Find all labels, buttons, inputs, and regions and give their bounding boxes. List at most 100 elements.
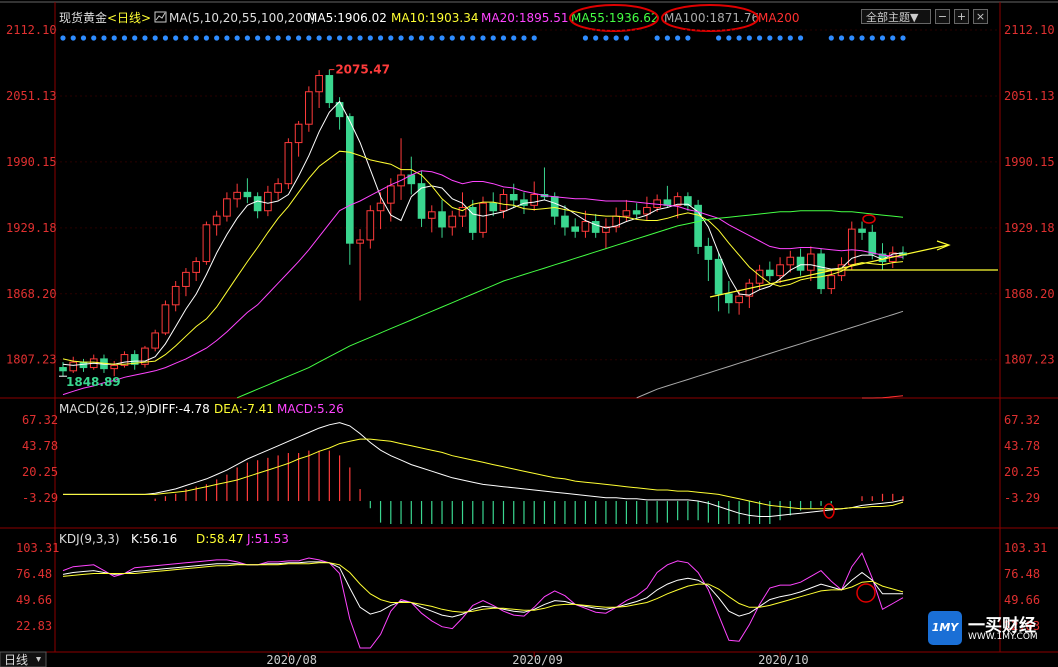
event-dot[interactable] bbox=[685, 35, 691, 41]
event-dot[interactable] bbox=[183, 35, 189, 41]
candle-body bbox=[110, 364, 119, 370]
event-dot[interactable] bbox=[357, 35, 363, 41]
event-dot[interactable] bbox=[152, 35, 158, 41]
candle-body bbox=[356, 239, 364, 244]
event-dot[interactable] bbox=[838, 35, 845, 41]
event-dot[interactable] bbox=[224, 35, 230, 41]
event-dot[interactable] bbox=[91, 35, 97, 41]
event-dot[interactable] bbox=[593, 35, 599, 41]
event-dot[interactable] bbox=[429, 35, 435, 41]
event-dot[interactable] bbox=[142, 35, 148, 41]
price-tick-left: 1929.18 bbox=[6, 221, 57, 235]
event-dot[interactable] bbox=[767, 35, 773, 41]
kdj-d-line bbox=[62, 562, 904, 613]
event-dot[interactable] bbox=[306, 35, 312, 41]
event-dot[interactable] bbox=[214, 35, 220, 41]
event-dot[interactable] bbox=[265, 35, 271, 41]
event-dot[interactable] bbox=[746, 35, 752, 41]
event-dot[interactable] bbox=[336, 35, 343, 41]
candle-body bbox=[274, 183, 282, 193]
event-dot[interactable] bbox=[418, 35, 425, 41]
plus-icon[interactable]: + bbox=[954, 9, 969, 24]
event-dot[interactable] bbox=[173, 35, 179, 41]
event-dot[interactable] bbox=[296, 35, 302, 41]
event-dot[interactable] bbox=[623, 35, 630, 41]
event-dot[interactable] bbox=[531, 35, 537, 41]
minus-icon[interactable]: − bbox=[935, 9, 950, 24]
candle-body bbox=[806, 253, 815, 271]
event-dot[interactable] bbox=[70, 35, 76, 41]
macd-panel: 67.32 67.32 43.78 43.78 20.25 20.25 -3.29 -3.29 bbox=[22, 413, 1040, 524]
event-dot[interactable] bbox=[511, 35, 517, 41]
event-dot[interactable] bbox=[470, 35, 476, 41]
event-dot[interactable] bbox=[726, 35, 732, 41]
event-dot[interactable] bbox=[521, 35, 527, 41]
macd-tick-right: 20.25 bbox=[1004, 465, 1040, 479]
event-dot[interactable] bbox=[500, 35, 507, 41]
event-dot[interactable] bbox=[480, 35, 486, 41]
event-dot[interactable] bbox=[654, 35, 660, 41]
event-dot[interactable] bbox=[890, 35, 896, 41]
event-dot[interactable] bbox=[664, 35, 670, 41]
event-dot[interactable] bbox=[859, 35, 865, 41]
price-tick-right: 2112.10 bbox=[1004, 23, 1055, 37]
period-label[interactable]: <日线> bbox=[107, 11, 151, 25]
candle-body bbox=[284, 142, 293, 185]
event-dot[interactable] bbox=[398, 35, 404, 41]
event-dot[interactable] bbox=[716, 35, 722, 41]
event-dot[interactable] bbox=[849, 35, 855, 41]
event-dot[interactable] bbox=[879, 35, 886, 41]
event-dot[interactable] bbox=[377, 35, 384, 41]
event-dot[interactable] bbox=[203, 35, 210, 41]
event-dot[interactable] bbox=[367, 35, 373, 41]
event-dot[interactable] bbox=[121, 35, 128, 41]
event-dot[interactable] bbox=[582, 35, 589, 41]
panel-frame bbox=[0, 1, 1058, 653]
event-dot[interactable] bbox=[162, 35, 169, 41]
event-dot[interactable] bbox=[193, 35, 199, 41]
event-dot[interactable] bbox=[80, 35, 87, 41]
event-dot[interactable] bbox=[316, 35, 322, 41]
kdj-tick-left: 103.31 bbox=[16, 541, 59, 555]
event-dot[interactable] bbox=[613, 35, 619, 41]
candle-body bbox=[376, 202, 385, 212]
event-dot[interactable] bbox=[101, 35, 107, 41]
event-dot[interactable] bbox=[603, 35, 609, 41]
period-tab[interactable]: 日线 bbox=[0, 651, 47, 667]
event-dot[interactable] bbox=[777, 35, 783, 41]
event-dot[interactable] bbox=[439, 35, 445, 41]
event-dot[interactable] bbox=[132, 35, 138, 41]
event-dot[interactable] bbox=[736, 35, 742, 41]
theme-selector-button[interactable]: 全部主题▼ bbox=[861, 9, 931, 24]
event-dot[interactable] bbox=[459, 35, 466, 41]
event-dot[interactable] bbox=[234, 35, 240, 41]
event-dot[interactable] bbox=[797, 35, 804, 41]
event-dot[interactable] bbox=[285, 35, 291, 41]
event-dot[interactable] bbox=[756, 35, 763, 41]
event-dot[interactable] bbox=[255, 35, 261, 41]
event-dot[interactable] bbox=[347, 35, 353, 41]
event-dot[interactable] bbox=[60, 35, 66, 41]
event-dot[interactable] bbox=[675, 35, 681, 41]
event-dot[interactable] bbox=[111, 35, 117, 41]
event-dot[interactable] bbox=[449, 35, 455, 41]
event-dot[interactable] bbox=[490, 35, 496, 41]
event-dot[interactable] bbox=[787, 35, 793, 41]
event-dot[interactable] bbox=[244, 35, 250, 41]
macd-tick-left: -3.29 bbox=[22, 491, 58, 505]
period-tab-label[interactable]: 日线 bbox=[4, 653, 28, 667]
candle-body bbox=[735, 295, 743, 304]
event-dot[interactable] bbox=[828, 35, 834, 41]
kdj-d-value: D:58.47 bbox=[196, 532, 244, 546]
candlesticks bbox=[59, 69, 907, 377]
event-dot[interactable] bbox=[900, 35, 906, 41]
close-icon[interactable]: × bbox=[973, 9, 988, 24]
price-tick-left: 1868.20 bbox=[6, 287, 57, 301]
symbol-name: 现货黄金 bbox=[59, 10, 107, 25]
candle-body bbox=[346, 116, 354, 244]
event-dot[interactable] bbox=[869, 35, 875, 41]
event-dot[interactable] bbox=[326, 35, 332, 41]
event-dot[interactable] bbox=[275, 35, 281, 41]
event-dot[interactable] bbox=[408, 35, 414, 41]
event-dot[interactable] bbox=[388, 35, 394, 41]
